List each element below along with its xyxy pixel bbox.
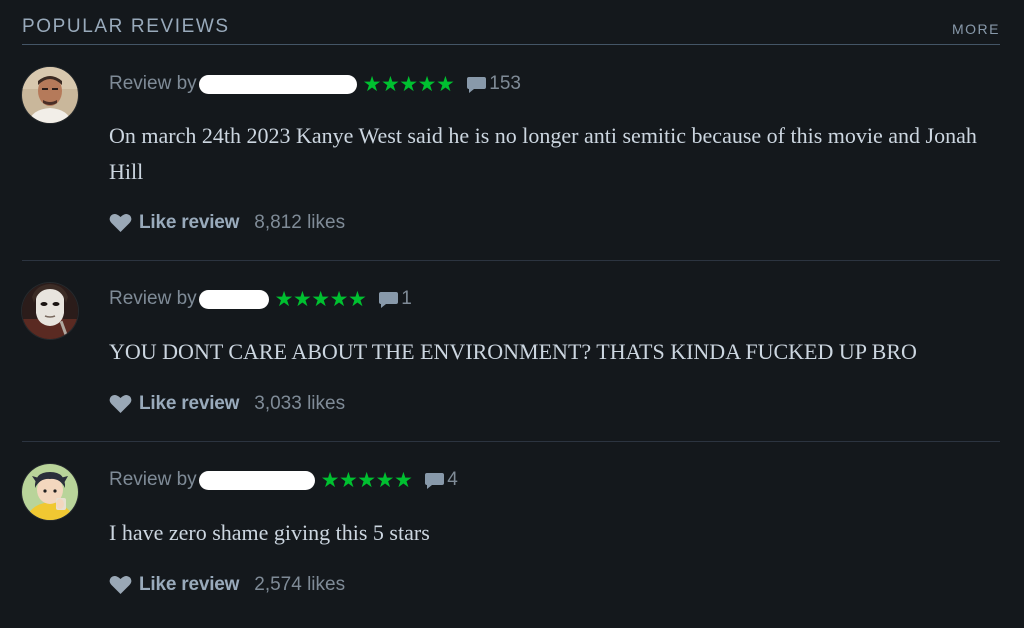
section-title: POPULAR REVIEWS <box>22 16 230 37</box>
like-review-label: Like review <box>139 212 240 233</box>
review-text: YOU DONT CARE ABOUT THE ENVIRONMENT? THA… <box>109 339 917 364</box>
comment-icon[interactable] <box>466 76 487 94</box>
more-link[interactable]: MORE <box>952 21 1000 37</box>
comment-icon[interactable] <box>424 472 445 490</box>
like-review-label: Like review <box>139 393 240 414</box>
star-rating: ★★★★★ <box>274 287 367 311</box>
review-item: Review by ★★★★★ 1 YOU DONT CARE ABOUT TH… <box>22 261 1000 442</box>
heart-icon <box>109 394 132 414</box>
star-rating: ★★★★★ <box>362 72 455 96</box>
like-review-button[interactable]: Like review <box>109 393 239 415</box>
review-item: Review by ★★★★★ 153 On march 24th 2023 K… <box>22 45 1000 261</box>
reviewer-avatar[interactable] <box>22 283 78 339</box>
review-meta: Review by ★★★★★ 4 <box>109 467 458 493</box>
like-review-label: Like review <box>139 574 240 595</box>
review-by-label: Review by <box>109 288 197 309</box>
review-meta: Review by ★★★★★ 1 <box>109 286 412 312</box>
review-item: Review by ★★★★★ 4 I have zero shame givi… <box>22 442 1000 628</box>
like-review-button[interactable]: Like review <box>109 212 239 234</box>
heart-icon <box>109 213 132 233</box>
star-rating: ★★★★★ <box>320 468 413 492</box>
redacted-username <box>198 289 269 309</box>
reviewer-avatar[interactable] <box>22 67 78 123</box>
reviewer-avatar[interactable] <box>22 464 78 520</box>
comment-count[interactable]: 153 <box>489 73 521 95</box>
comment-count[interactable]: 1 <box>401 288 412 310</box>
review-text: On march 24th 2023 Kanye West said he is… <box>109 123 977 184</box>
like-count[interactable]: 3,033 likes <box>254 393 345 415</box>
like-count[interactable]: 2,574 likes <box>254 574 345 596</box>
section-header: POPULAR REVIEWS MORE <box>22 14 1000 45</box>
review-by-label: Review by <box>109 469 197 490</box>
review-by-label: Review by <box>109 73 197 94</box>
comment-icon[interactable] <box>378 291 399 309</box>
like-review-button[interactable]: Like review <box>109 574 239 596</box>
redacted-username <box>198 74 357 94</box>
review-text: I have zero shame giving this 5 stars <box>109 520 430 545</box>
review-actions: Like review 2,574 likes <box>109 572 345 598</box>
review-actions: Like review 3,033 likes <box>109 391 345 417</box>
redacted-username <box>198 470 315 490</box>
review-meta: Review by ★★★★★ 153 <box>109 71 521 97</box>
comment-count[interactable]: 4 <box>447 469 458 491</box>
heart-icon <box>109 575 132 595</box>
like-count[interactable]: 8,812 likes <box>254 212 345 234</box>
review-actions: Like review 8,812 likes <box>109 210 345 236</box>
